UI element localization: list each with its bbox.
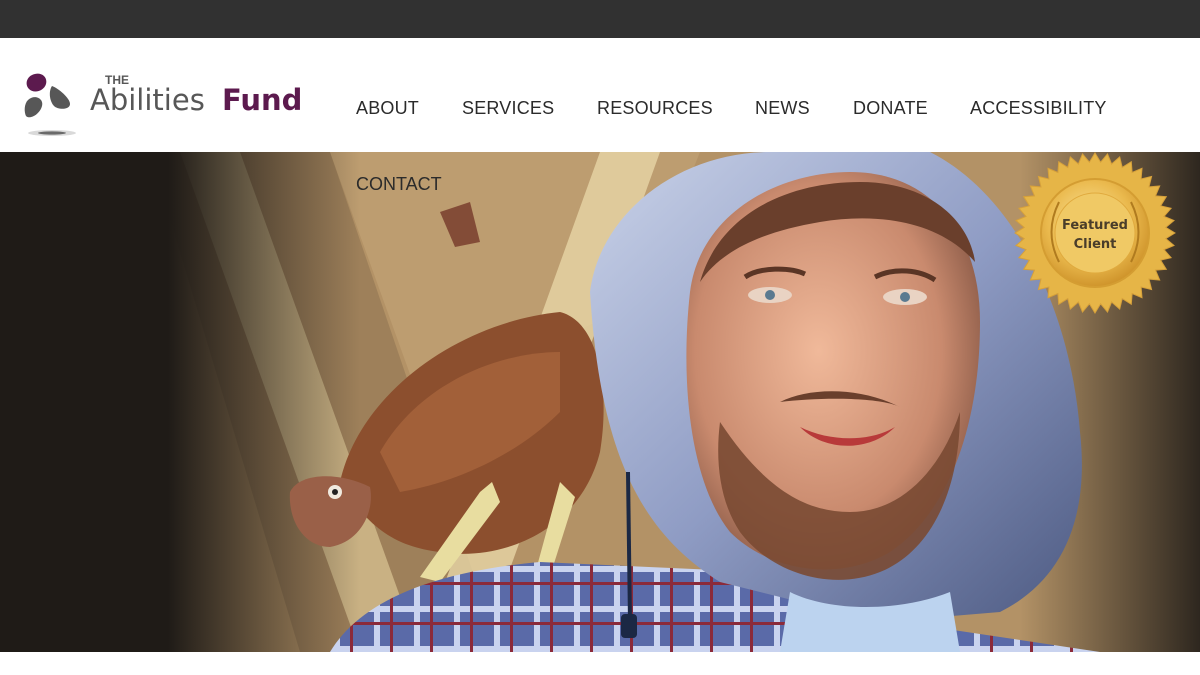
logo-mark-icon xyxy=(24,73,76,136)
nav-services[interactable]: SERVICES xyxy=(462,97,554,119)
badge-text: Featured Client xyxy=(1014,216,1176,254)
nav-donate[interactable]: DONATE xyxy=(853,97,928,119)
nav-accessibility[interactable]: ACCESSIBILITY xyxy=(970,97,1107,119)
site-logo[interactable]: THE Abilities Fund xyxy=(24,72,304,146)
badge-line2: Client xyxy=(1073,237,1117,252)
nav-resources[interactable]: RESOURCES xyxy=(597,97,713,119)
logo-abilities: Abilities xyxy=(90,83,205,117)
nav-news[interactable]: NEWS xyxy=(755,97,810,119)
top-bar xyxy=(0,0,1200,38)
nav-about[interactable]: ABOUT xyxy=(356,97,419,119)
logo-fund: Fund xyxy=(222,83,302,117)
site-header: THE Abilities Fund ABOUT SERVICES RESOUR… xyxy=(0,38,1200,152)
featured-client-badge: Featured Client xyxy=(1014,152,1176,314)
svg-text:Abilities Fund: Abilities Fund xyxy=(90,83,302,117)
nav-contact[interactable]: CONTACT xyxy=(356,173,442,195)
badge-line1: Featured xyxy=(1062,218,1128,233)
